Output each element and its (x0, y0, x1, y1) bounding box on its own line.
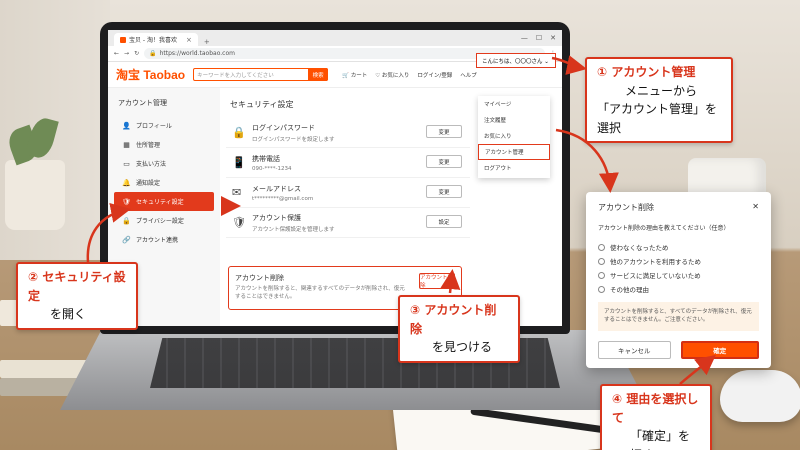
arrow-step-3 (440, 269, 461, 294)
guide-arrows (86, 55, 716, 385)
arrow-step-2 (86, 203, 131, 263)
arrow-menu-to-dialog (555, 128, 619, 193)
arrow-step-1 (551, 55, 587, 75)
arrow-step-4 (679, 354, 716, 385)
